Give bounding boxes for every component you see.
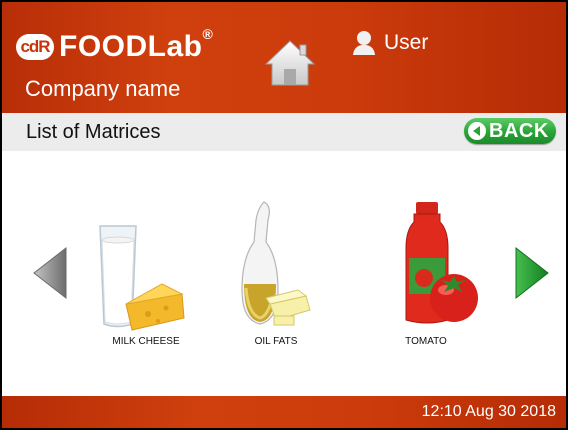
matrix-label-tomato: TOMATO	[405, 336, 447, 347]
milk-cheese-icon	[99, 225, 185, 331]
matrix-label-milk-cheese: MILK CHEESE	[112, 336, 180, 347]
previous-arrow-icon[interactable]	[32, 246, 68, 300]
matrix-item-tomato[interactable]: TOMATO	[366, 198, 486, 358]
user-icon	[353, 31, 375, 55]
user-menu[interactable]: User	[352, 30, 428, 56]
logo-badge: cdR	[16, 34, 54, 60]
logo-text: FOODLab®	[59, 26, 213, 64]
back-label: BACK	[489, 119, 549, 142]
oil-fats-icon	[241, 201, 311, 326]
user-label: User	[384, 31, 429, 54]
logo-registered-mark: ®	[202, 26, 214, 42]
page-title: List of Matrices	[26, 121, 161, 143]
logo-name: FOODLab	[59, 30, 203, 63]
next-arrow-icon[interactable]	[514, 246, 550, 300]
back-arrow-icon	[468, 122, 486, 140]
header-bar: cdR FOODLab® Company name User	[2, 2, 566, 113]
app-screen: cdR FOODLab® Company name User List of M…	[2, 2, 566, 428]
title-bar: List of Matrices BACK	[2, 113, 566, 151]
datetime-display: 12:10 Aug 30 2018	[421, 403, 556, 420]
foodlab-logo: cdR FOODLab®	[16, 26, 213, 64]
tomato-icon	[405, 202, 478, 324]
company-name: Company name	[25, 76, 181, 101]
back-button[interactable]: BACK	[464, 118, 556, 144]
matrix-item-oil-fats[interactable]: OIL FATS	[216, 198, 336, 358]
matrix-item-milk-cheese[interactable]: MILK CHEESE	[86, 198, 206, 358]
footer-bar: 12:10 Aug 30 2018	[2, 396, 566, 428]
matrix-label-oil-fats: OIL FATS	[254, 336, 298, 347]
home-icon[interactable]	[264, 38, 316, 88]
